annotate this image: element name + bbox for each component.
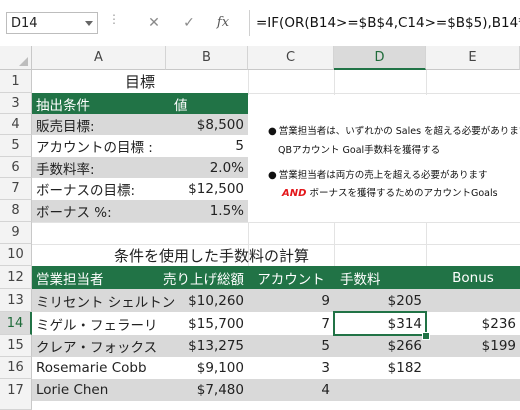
calc-header-sales[interactable]: 売り上げ総額: [163, 266, 248, 289]
note-text-4: ボーナスを獲得するためのアカウントGoals: [309, 188, 498, 199]
row-header-8[interactable]: 8: [0, 200, 32, 222]
row-header-14[interactable]: 14: [0, 312, 32, 335]
goals-value-bonus-pct[interactable]: 1.5%: [166, 200, 248, 222]
calc-commission[interactable]: $205: [334, 289, 426, 312]
calc-accounts[interactable]: 5: [248, 335, 334, 357]
row-header-16[interactable]: 16: [0, 357, 32, 379]
calc-sales[interactable]: $9,100: [166, 357, 248, 379]
calc-rep-name[interactable]: クレア・フォックス: [32, 335, 166, 357]
calc-header-commission[interactable]: 手数料: [334, 266, 426, 289]
calc-bonus[interactable]: $199: [426, 335, 520, 357]
bullet-icon: ●: [268, 126, 277, 137]
goals-header-value[interactable]: 値: [166, 93, 248, 114]
calc-bonus[interactable]: [426, 379, 520, 401]
goals-label-bonus-pct[interactable]: ボーナス %:: [32, 200, 166, 222]
note-text-3: 営業担当者は両方の売上を超える必要があります: [278, 170, 488, 181]
row-header-3[interactable]: 3: [0, 93, 32, 114]
calc-sales[interactable]: $15,700: [166, 312, 248, 335]
calc-bonus[interactable]: [426, 357, 520, 379]
calc-commission[interactable]: [334, 379, 426, 401]
select-all-button[interactable]: [0, 46, 32, 70]
column-header-d[interactable]: D: [334, 46, 426, 70]
more-options-icon[interactable]: ⋮: [108, 12, 121, 26]
calc-bonus[interactable]: [426, 289, 520, 312]
row-header-5[interactable]: 5: [0, 135, 32, 157]
calc-rep-name[interactable]: Rosemarie Cobb: [32, 357, 166, 379]
column-header-b[interactable]: B: [166, 46, 248, 70]
goals-value-accounts[interactable]: 5: [166, 135, 248, 157]
calc-sales[interactable]: $10,260: [166, 289, 248, 312]
calc-sales[interactable]: $7,480: [166, 379, 248, 401]
calc-accounts[interactable]: 9: [248, 289, 334, 312]
column-header-c[interactable]: C: [248, 46, 334, 70]
goals-label-accounts[interactable]: アカウントの目標 :: [32, 135, 166, 157]
calc-rep-name[interactable]: ミゲル・フェラーリ: [32, 312, 166, 335]
calc-accounts[interactable]: 4: [248, 379, 334, 401]
and-emphasis: AND: [282, 188, 307, 199]
goals-value-bonus-goal[interactable]: $12,500: [166, 178, 248, 200]
goals-title[interactable]: 目標: [32, 70, 248, 93]
name-box-value: D14: [11, 16, 38, 31]
row-header-9[interactable]: 9: [0, 222, 32, 244]
calc-commission[interactable]: $266: [334, 335, 426, 357]
calc-header-bonus[interactable]: Bonus: [426, 266, 520, 289]
goals-label-rate[interactable]: 手数料率:: [32, 157, 166, 178]
row-header-13[interactable]: 13: [0, 289, 32, 312]
fill-handle[interactable]: [422, 332, 430, 340]
gridline: [248, 70, 249, 95]
active-cell-border[interactable]: [333, 311, 427, 336]
note-line-1: ● 営業担当者は、いずれかの Sales を超える必要があります: [268, 123, 520, 137]
row-header-6[interactable]: 6: [0, 157, 32, 178]
formula-input[interactable]: =IF(OR(B14>=$B$4,C14>=$B$5),B14*$B$6,0): [256, 12, 520, 34]
column-header-e[interactable]: E: [426, 46, 520, 70]
formula-bar-area: D14 ⋮ ✕ ✓ fx =IF(OR(B14>=$B$4,C14>=$B$5)…: [0, 0, 520, 47]
bullet-icon: ●: [268, 170, 277, 181]
goals-value-sales[interactable]: $8,500: [166, 114, 248, 135]
note-line-3: ● 営業担当者は両方の売上を超える必要があります: [268, 167, 487, 181]
calc-accounts[interactable]: 7: [248, 312, 334, 335]
row-header-1[interactable]: 1: [0, 70, 32, 93]
goals-value-rate[interactable]: 2.0%: [166, 157, 248, 178]
enter-icon[interactable]: ✓: [180, 13, 198, 33]
calc-commission[interactable]: $182: [334, 357, 426, 379]
insert-function-icon[interactable]: fx: [214, 13, 232, 33]
note-line-2: QBアカウント Goal手数料を獲得する: [278, 145, 441, 156]
gridline: [32, 222, 520, 223]
goals-label-bonus-goal[interactable]: ボーナスの目標:: [32, 178, 166, 200]
column-header-a[interactable]: A: [32, 46, 166, 70]
note-text-1: 営業担当者は、いずれかの Sales を超える必要があります: [278, 126, 520, 137]
calc-rep-name[interactable]: ミリセント シェルトン: [32, 289, 175, 312]
row-header-17[interactable]: 17: [0, 379, 32, 410]
name-box[interactable]: D14: [6, 12, 98, 34]
calc-header-rep[interactable]: 営業担当者: [32, 266, 166, 289]
goals-header-criteria[interactable]: 抽出条件: [32, 93, 166, 114]
gridline: [426, 70, 427, 95]
goals-label-sales[interactable]: 販売目標:: [32, 114, 166, 135]
chevron-down-icon[interactable]: [85, 21, 93, 26]
formula-bar-divider: [249, 10, 250, 36]
row-header-7[interactable]: 7: [0, 178, 32, 200]
calc-rep-name[interactable]: Lorie Chen: [32, 379, 166, 401]
note-line-4: AND ボーナスを獲得するためのアカウントGoals: [282, 185, 498, 199]
row-header-10[interactable]: 10: [0, 244, 32, 266]
calc-header-accounts[interactable]: アカウント: [248, 266, 334, 289]
gridline: [426, 222, 427, 266]
calc-sales[interactable]: $13,275: [166, 335, 248, 357]
cancel-icon[interactable]: ✕: [145, 13, 163, 33]
row-header-12[interactable]: 12: [0, 266, 32, 289]
row-header-4[interactable]: 4: [0, 114, 32, 135]
gridline: [334, 70, 335, 95]
row-header-15[interactable]: 15: [0, 335, 32, 357]
worksheet-grid[interactable]: A B C D E 1 3 4 5 6 7 8 9 10 12 13 14 15…: [0, 46, 520, 410]
calc-title[interactable]: 条件を使用した手数料の計算: [110, 244, 410, 266]
calc-bonus[interactable]: $236: [426, 312, 520, 335]
calc-accounts[interactable]: 3: [248, 357, 334, 379]
